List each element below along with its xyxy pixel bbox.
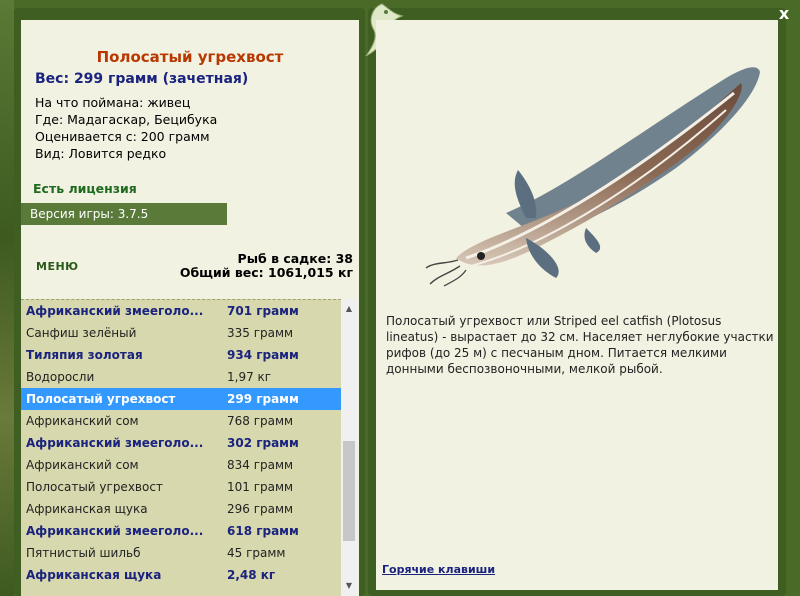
catch-fish-weight: 2,48 кг (227, 568, 276, 582)
catch-list-row[interactable]: Санфиш зелёный 335 грамм (21, 322, 341, 344)
catch-fish-name: Африканский змееголо... (26, 436, 204, 450)
catch-fish-weight: 296 грамм (227, 502, 294, 516)
fish-info-panel: Полосатый угрехвост Вес: 299 грамм (заче… (21, 20, 359, 596)
catch-fish-name: Полосатый угрехвост (26, 392, 176, 406)
catch-fish-weight: 335 грамм (227, 326, 294, 340)
fish-image (425, 67, 760, 287)
catch-list-row[interactable]: Африканская щука 296 грамм (21, 498, 341, 520)
catch-list-scrollbar[interactable]: ▲ ▼ (341, 299, 357, 596)
catch-fish-name: Тиляпия золотая (26, 348, 143, 362)
catch-fish-weight: 45 грамм (227, 546, 286, 560)
catch-fish-name: Полосатый угрехвост (26, 480, 163, 494)
catch-fish-name: Водоросли (26, 370, 95, 384)
fish-in-tank-count: Рыб в садке: 38 (237, 251, 353, 266)
total-weight: Общий вес: 1061,015 кг (179, 265, 353, 280)
catch-fish-name: Африканская щука (26, 568, 162, 582)
scrollbar-thumb[interactable] (343, 441, 355, 541)
background-decoration (0, 0, 14, 596)
license-status: Есть лицензия (33, 181, 137, 196)
catch-fish-name: Санфиш зелёный (26, 326, 137, 340)
catch-fish-weight: 768 грамм (227, 414, 294, 428)
catch-fish-weight: 1,97 кг (227, 370, 272, 384)
catch-fish-weight: 618 грамм (227, 524, 299, 538)
valued-from-label: Оценивается с: 200 грамм (35, 129, 210, 144)
catch-list-row[interactable]: Пятнистый шильб 45 грамм (21, 542, 341, 564)
menu-button[interactable]: МЕНЮ (36, 260, 79, 273)
scroll-down-arrow-icon[interactable]: ▼ (341, 578, 357, 594)
catch-fish-weight: 701 грамм (227, 304, 299, 318)
fish-weight: Вес: 299 грамм (зачетная) (35, 71, 249, 87)
caught-on-label: На что поймана: живец (35, 95, 191, 110)
catch-list-row[interactable]: Африканский сом 768 грамм (21, 410, 341, 432)
catch-list[interactable]: Африканский змееголо... 701 грамм Санфиш з… (21, 299, 341, 596)
catch-fish-name: Африканский сом (26, 414, 139, 428)
catch-list-row[interactable]: Африканский змееголо... 302 грамм (21, 432, 341, 454)
catch-fish-name: Пятнистый шильб (26, 546, 141, 560)
catch-fish-weight: 834 грамм (227, 458, 294, 472)
hotkeys-link[interactable]: Горячие клавиши (382, 563, 495, 576)
kind-label: Вид: Ловится редко (35, 146, 167, 161)
catch-fish-name: Африканская щука (26, 502, 148, 516)
catch-list-row[interactable]: Полосатый угрехвост 101 грамм (21, 476, 341, 498)
location-label: Где: Мадагаскар, Бецибука (35, 112, 218, 127)
catch-list-row[interactable]: Полосатый угрехвост 299 грамм (21, 388, 341, 410)
catch-list-row[interactable]: Африканский змееголо... 701 грамм (21, 300, 341, 322)
catch-list-row[interactable]: Африканская щука 2,48 кг (21, 564, 341, 586)
fish-title: Полосатый угрехвост (96, 48, 284, 66)
catch-fish-name: Африканский змееголо... (26, 304, 204, 318)
catch-list-row[interactable]: Водоросли 1,97 кг (21, 366, 341, 388)
fish-description: Полосатый угрехвост или Striped eel catf… (386, 314, 774, 376)
catch-fish-weight: 299 грамм (227, 392, 299, 406)
catch-list-row[interactable]: Тиляпия золотая 934 грамм (21, 344, 341, 366)
catch-fish-name: Африканский сом (26, 458, 139, 472)
version-bar: Версия игры: 3.7.5 (21, 203, 227, 225)
fish-description-panel: Полосатый угрехвост или Striped eel catf… (376, 20, 778, 590)
catch-list-row[interactable]: Африканский сом 834 грамм (21, 454, 341, 476)
catch-fish-weight: 101 грамм (227, 480, 294, 494)
scroll-up-arrow-icon[interactable]: ▲ (341, 301, 357, 317)
catch-list-row[interactable]: Африканский змееголо... 618 грамм (21, 520, 341, 542)
catch-fish-weight: 934 грамм (227, 348, 299, 362)
catch-fish-name: Африканский змееголо... (26, 524, 204, 538)
catch-fish-weight: 302 грамм (227, 436, 299, 450)
fish-details: На что поймана: живец Где: Мадагаскар, Б… (35, 94, 217, 162)
